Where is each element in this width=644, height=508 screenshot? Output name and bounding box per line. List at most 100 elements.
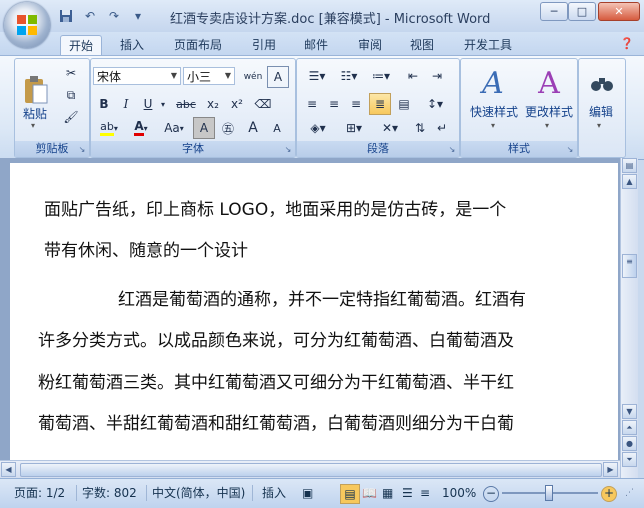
- distributed-icon[interactable]: ▤: [393, 93, 415, 115]
- italic-button[interactable]: I: [115, 93, 137, 115]
- scroll-thumb[interactable]: ≡: [622, 254, 637, 278]
- language-status[interactable]: 中文(简体，中国): [152, 484, 245, 502]
- print-layout-view-icon[interactable]: ▤: [340, 484, 360, 504]
- quick-styles-label[interactable]: 快速样式: [463, 103, 525, 120]
- minimize-button[interactable]: ─: [540, 2, 568, 21]
- font-size-combo[interactable]: 小三 ▼: [183, 67, 235, 85]
- resize-grip-icon[interactable]: ⋰: [625, 484, 634, 502]
- superscript-button[interactable]: x²: [225, 93, 249, 115]
- shading-icon[interactable]: ◈▾: [301, 117, 335, 139]
- tab-mailings[interactable]: 邮件: [296, 35, 336, 55]
- zoom-out-icon[interactable]: −: [483, 486, 499, 502]
- align-center-icon[interactable]: ≡: [323, 93, 345, 115]
- zoom-in-icon[interactable]: +: [601, 486, 617, 502]
- undo-button[interactable]: ↶: [80, 7, 100, 25]
- clipboard-launcher-icon[interactable]: ↘: [77, 145, 87, 155]
- find-binoculars-icon[interactable]: [583, 63, 621, 103]
- cut-icon[interactable]: ✂: [59, 63, 83, 83]
- tab-page-layout[interactable]: 页面布局: [166, 35, 230, 55]
- multilevel-list-icon[interactable]: ≔▾: [365, 65, 397, 87]
- tab-developer[interactable]: 开发工具: [456, 35, 520, 55]
- chevron-down-icon[interactable]: ▾: [545, 121, 549, 130]
- tab-view[interactable]: 视图: [402, 35, 442, 55]
- office-button[interactable]: [4, 2, 50, 48]
- next-page-icon[interactable]: ⏷: [622, 452, 637, 467]
- scroll-down-icon[interactable]: ▼: [622, 404, 637, 419]
- font-name-combo[interactable]: 宋体 ▼: [93, 67, 181, 85]
- char-border-icon[interactable]: A: [267, 66, 289, 88]
- tab-insert[interactable]: 插入: [112, 35, 152, 55]
- underline-button[interactable]: U: [137, 93, 159, 115]
- styles-launcher-icon[interactable]: ↘: [565, 145, 575, 155]
- chinese-layout-icon[interactable]: ✕▾: [373, 117, 407, 139]
- paste-dropdown-icon[interactable]: ▾: [31, 121, 35, 130]
- bold-button[interactable]: B: [93, 93, 115, 115]
- strikethrough-button[interactable]: abc: [171, 93, 201, 115]
- sort-icon[interactable]: ⇅: [409, 117, 431, 139]
- char-shading-icon[interactable]: A: [193, 117, 215, 139]
- justify-icon[interactable]: ≣: [369, 93, 391, 115]
- web-layout-icon[interactable]: ▦: [382, 484, 393, 502]
- draft-view-icon[interactable]: ≡: [420, 484, 430, 502]
- previous-page-icon[interactable]: ⏶: [622, 420, 637, 435]
- close-button[interactable]: ✕: [598, 2, 640, 21]
- outline-view-icon[interactable]: ☰: [402, 484, 413, 502]
- paragraph-group: ☰▾ ☷▾ ≔▾ ⇤ ⇥ ≡ ≡ ≡ ≣ ▤ ↕▾ ◈▾ ⊞▾ ✕▾ ⇅ ↵ 段…: [296, 58, 460, 158]
- macro-record-icon[interactable]: ▣: [302, 484, 313, 502]
- align-right-icon[interactable]: ≡: [345, 93, 367, 115]
- insert-mode[interactable]: 插入: [262, 484, 286, 502]
- borders-icon[interactable]: ⊞▾: [337, 117, 371, 139]
- font-launcher-icon[interactable]: ↘: [283, 145, 293, 155]
- horizontal-scrollbar[interactable]: ◀ ▶: [0, 460, 620, 478]
- change-styles-icon[interactable]: A: [523, 61, 575, 105]
- change-styles-label[interactable]: 更改样式: [519, 103, 579, 120]
- zoom-slider-thumb[interactable]: [545, 485, 553, 501]
- align-left-icon[interactable]: ≡: [301, 93, 323, 115]
- decrease-indent-icon[interactable]: ⇤: [401, 65, 425, 87]
- grow-font-button[interactable]: A: [241, 117, 265, 139]
- enclose-chars-icon[interactable]: ㊄: [217, 117, 239, 139]
- save-icon[interactable]: [56, 7, 76, 25]
- redo-button[interactable]: ↷: [104, 7, 124, 25]
- pinyin-guide-icon[interactable]: wén: [241, 66, 265, 88]
- tab-references[interactable]: 引用: [244, 35, 284, 55]
- select-browse-object-icon[interactable]: ●: [622, 436, 637, 451]
- change-case-button[interactable]: Aa ▾: [157, 117, 191, 139]
- page-count[interactable]: 页面: 1/2: [14, 484, 65, 502]
- copy-icon[interactable]: ⧉: [59, 85, 83, 105]
- subscript-button[interactable]: x₂: [201, 93, 225, 115]
- scroll-right-icon[interactable]: ▶: [603, 462, 618, 477]
- font-color-button[interactable]: A ▾: [125, 117, 157, 139]
- tab-home[interactable]: 开始: [60, 35, 102, 56]
- bullets-icon[interactable]: ☰▾: [301, 65, 333, 87]
- reading-view-icon[interactable]: 📖: [362, 484, 377, 502]
- editing-label[interactable]: 编辑: [581, 103, 621, 120]
- word-count[interactable]: 字数: 802: [82, 484, 137, 502]
- chevron-down-icon[interactable]: ▾: [491, 121, 495, 130]
- scroll-left-icon[interactable]: ◀: [1, 462, 16, 477]
- h-scroll-thumb[interactable]: [20, 463, 602, 477]
- maximize-button[interactable]: □: [568, 2, 596, 21]
- chevron-down-icon[interactable]: ▾: [597, 121, 601, 130]
- ruler-toggle-icon[interactable]: ▤: [622, 158, 637, 173]
- tab-review[interactable]: 审阅: [350, 35, 390, 55]
- text-line-cutoff: ▁▁▁▁▁▁▁▁▁▁▁▁▁▁▁▁▁▁▁▁▁▁▁▁▁▁▁▁▁▁▁: [38, 450, 444, 460]
- line-spacing-icon[interactable]: ↕▾: [419, 93, 451, 115]
- help-icon[interactable]: ❓: [620, 37, 636, 53]
- clear-format-icon[interactable]: ⌫: [251, 93, 275, 115]
- shrink-font-button[interactable]: A: [265, 117, 289, 139]
- quick-styles-icon[interactable]: A: [467, 61, 519, 105]
- vertical-scrollbar[interactable]: ▤ ▲ ≡ ▼ ⏶ ● ⏷: [620, 158, 638, 478]
- increase-indent-icon[interactable]: ⇥: [425, 65, 449, 87]
- show-marks-icon[interactable]: ↵: [431, 117, 453, 139]
- chevron-down-icon[interactable]: ▾: [157, 93, 169, 115]
- document-page[interactable]: ▔▔▔▔▔▔▔▔▔▔▔▔▔▔▔▔▔▔▔▔▔▔▔▔▔▔▔▔▔▔▔▔ 面贴广告纸，印…: [10, 163, 618, 460]
- customize-qat-icon[interactable]: ▾: [128, 7, 148, 25]
- highlighter-icon: ab: [100, 120, 114, 136]
- format-painter-icon[interactable]: 🖌: [59, 107, 83, 127]
- scroll-up-icon[interactable]: ▲: [622, 174, 637, 189]
- highlight-button[interactable]: ab ▾: [93, 117, 125, 139]
- numbering-icon[interactable]: ☷▾: [333, 65, 365, 87]
- paragraph-launcher-icon[interactable]: ↘: [447, 145, 457, 155]
- zoom-level[interactable]: 100%: [442, 484, 476, 502]
